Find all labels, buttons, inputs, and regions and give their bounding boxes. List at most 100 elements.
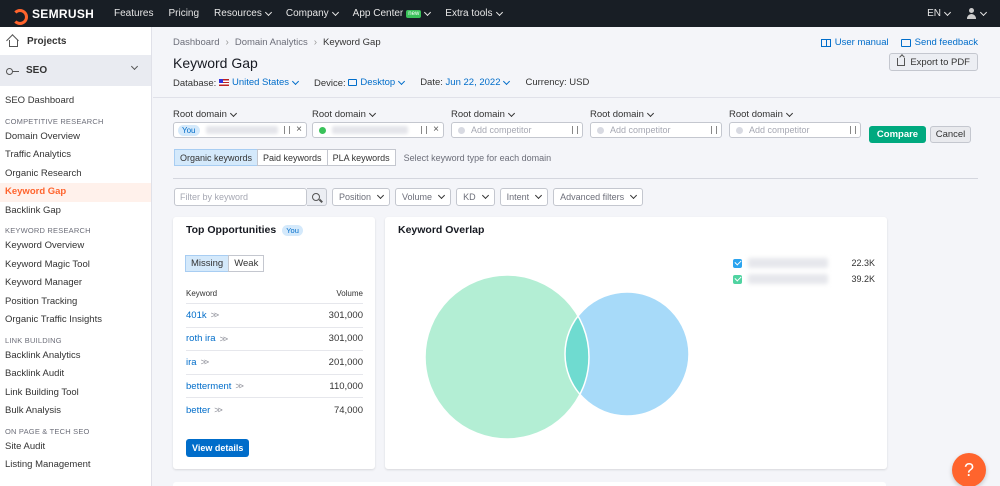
top-opportunities-title: Top Opportunities You: [186, 224, 303, 236]
semrush-logo[interactable]: SEMRUSH: [0, 7, 114, 25]
help-button[interactable]: ?: [952, 453, 986, 486]
nav-pricing[interactable]: Pricing: [168, 8, 199, 19]
table-row: ira >> 201,000: [186, 351, 363, 375]
keyword-text: 401k: [186, 309, 207, 321]
adjust-icon[interactable]: [284, 126, 290, 134]
sidebar-item-keyword-gap[interactable]: Keyword Gap: [0, 183, 151, 202]
keyword-link[interactable]: roth ira >>: [186, 333, 228, 344]
sidebar-item-organic-research[interactable]: Organic Research: [0, 165, 151, 184]
date-filter: Date: Jun 22, 2022: [420, 77, 511, 89]
root-domain-select[interactable]: Root domain: [312, 107, 444, 122]
advanced-filters-label: Advanced filters: [560, 192, 625, 202]
table-row: better >> 74,000: [186, 398, 363, 422]
checkbox-checked-icon[interactable]: [733, 274, 742, 284]
double-chevron-icon: >>: [200, 357, 209, 368]
keyword-text: ira: [186, 356, 197, 368]
sidebar-item-bulk-analysis[interactable]: Bulk Analysis: [0, 402, 151, 421]
nav-extra-tools[interactable]: Extra tools: [445, 8, 503, 19]
sidebar-item-link-building-tool[interactable]: Link Building Tool: [0, 384, 151, 403]
volume-filter[interactable]: Volume: [395, 188, 452, 206]
nav-company[interactable]: Company: [286, 8, 339, 19]
paid-keywords-tab[interactable]: Paid keywords: [257, 149, 328, 166]
sidebar-item-listing-management[interactable]: Listing Management: [0, 456, 151, 475]
sidebar-item-site-audit[interactable]: Site Audit: [0, 438, 151, 457]
breadcrumb-domain-analytics[interactable]: Domain Analytics: [235, 37, 308, 48]
adjust-icon[interactable]: [850, 126, 856, 134]
sidebar-item-backlink-analytics[interactable]: Backlink Analytics: [0, 347, 151, 366]
root-domain-select[interactable]: Root domain: [729, 107, 861, 122]
legend-item[interactable]: 22.3K: [733, 255, 875, 271]
your-domain-input[interactable]: You ×: [173, 122, 307, 138]
organic-keywords-tab[interactable]: Organic keywords: [174, 149, 259, 166]
main-content: Dashboard › Domain Analytics › Keyword G…: [153, 27, 1000, 486]
keyword-type-hint: Select keyword type for each domain: [403, 152, 552, 163]
nav-resources[interactable]: Resources: [214, 8, 272, 19]
competitor-3-input[interactable]: Add competitor: [590, 122, 722, 138]
device-select[interactable]: Desktop: [348, 77, 406, 88]
competitor-4-input[interactable]: Add competitor: [729, 122, 861, 138]
close-icon[interactable]: ×: [296, 124, 302, 135]
keyword-filter-placeholder: Filter by keyword: [180, 192, 249, 202]
root-domain-select[interactable]: Root domain: [451, 107, 583, 122]
top-opportunities-title-text: Top Opportunities: [186, 224, 277, 236]
sidebar-item-keyword-magic-tool[interactable]: Keyword Magic Tool: [0, 256, 151, 275]
breadcrumb-dashboard[interactable]: Dashboard: [173, 37, 219, 48]
competitor-2-input[interactable]: Add competitor: [451, 122, 583, 138]
missing-tab[interactable]: Missing: [185, 255, 230, 272]
keyword-type-selector: Organic keywords Paid keywords PLA keywo…: [174, 149, 551, 166]
compare-button[interactable]: Compare: [869, 126, 926, 143]
user-menu[interactable]: [966, 8, 988, 19]
close-icon[interactable]: ×: [433, 124, 439, 135]
sidebar-item-backlink-audit[interactable]: Backlink Audit: [0, 365, 151, 384]
advanced-filters[interactable]: Advanced filters: [553, 188, 644, 206]
pla-keywords-tab[interactable]: PLA keywords: [326, 149, 396, 166]
view-details-button[interactable]: View details: [186, 439, 250, 457]
green-dot-icon: [319, 126, 326, 134]
keyword-link[interactable]: betterment >>: [186, 381, 244, 392]
adjust-icon[interactable]: [711, 126, 717, 134]
adjust-icon[interactable]: [421, 126, 427, 134]
cancel-button[interactable]: Cancel: [930, 126, 971, 143]
nav-right: EN: [927, 0, 988, 27]
legend-item[interactable]: 39.2K: [733, 271, 875, 287]
sidebar-seo[interactable]: SEO: [0, 55, 151, 86]
sidebar-projects[interactable]: Projects: [0, 27, 151, 55]
sidebar-item-keyword-manager[interactable]: Keyword Manager: [0, 274, 151, 293]
desktop-icon: [348, 79, 358, 86]
sidebar-section-on-page-tech-seo: ON PAGE & TECH SEO: [5, 426, 90, 436]
sidebar-item-seo-dashboard[interactable]: SEO Dashboard: [0, 92, 151, 111]
root-domain-select[interactable]: Root domain: [173, 107, 305, 122]
sidebar-item-domain-overview[interactable]: Domain Overview: [0, 128, 151, 147]
sidebar-item-backlink-gap[interactable]: Backlink Gap: [0, 202, 151, 221]
chevron-down-icon: [495, 8, 503, 16]
blurred-domain: [748, 274, 828, 284]
position-filter[interactable]: Position: [332, 188, 391, 206]
checkbox-checked-icon[interactable]: [733, 258, 742, 268]
keyword-link[interactable]: ira >>: [186, 356, 209, 368]
sidebar-item-organic-traffic-insights[interactable]: Organic Traffic Insights: [0, 311, 151, 330]
weak-tab[interactable]: Weak: [228, 255, 265, 272]
adjust-icon[interactable]: [572, 126, 578, 134]
export-pdf-button[interactable]: Export to PDF: [889, 53, 978, 71]
sidebar-item-position-tracking[interactable]: Position Tracking: [0, 293, 151, 312]
volume-filter-label: Volume: [402, 192, 433, 202]
blurred-domain: [332, 126, 408, 134]
keyword-link[interactable]: better >>: [186, 405, 223, 416]
root-domain-select[interactable]: Root domain: [590, 107, 722, 122]
competitor-1-input[interactable]: ×: [312, 122, 444, 138]
volume-value: 110,000: [329, 380, 363, 392]
sidebar-item-keyword-overview[interactable]: Keyword Overview: [0, 237, 151, 256]
keyword-link[interactable]: 401k >>: [186, 309, 219, 321]
search-icon[interactable]: [307, 188, 327, 206]
send-feedback-link[interactable]: Send feedback: [900, 37, 978, 48]
nav-app-center[interactable]: App Center new: [353, 8, 432, 19]
intent-filter[interactable]: Intent: [499, 188, 549, 206]
date-select[interactable]: Jun 22, 2022: [446, 77, 511, 88]
sidebar-item-traffic-analytics[interactable]: Traffic Analytics: [0, 146, 151, 165]
nav-features[interactable]: Features: [114, 8, 153, 19]
keyword-filter-input[interactable]: Filter by keyword: [174, 188, 307, 206]
database-select[interactable]: United States: [218, 77, 300, 88]
kd-filter[interactable]: KD: [456, 188, 495, 206]
user-manual-link[interactable]: User manual: [820, 37, 889, 48]
language-switch[interactable]: EN: [927, 8, 952, 19]
